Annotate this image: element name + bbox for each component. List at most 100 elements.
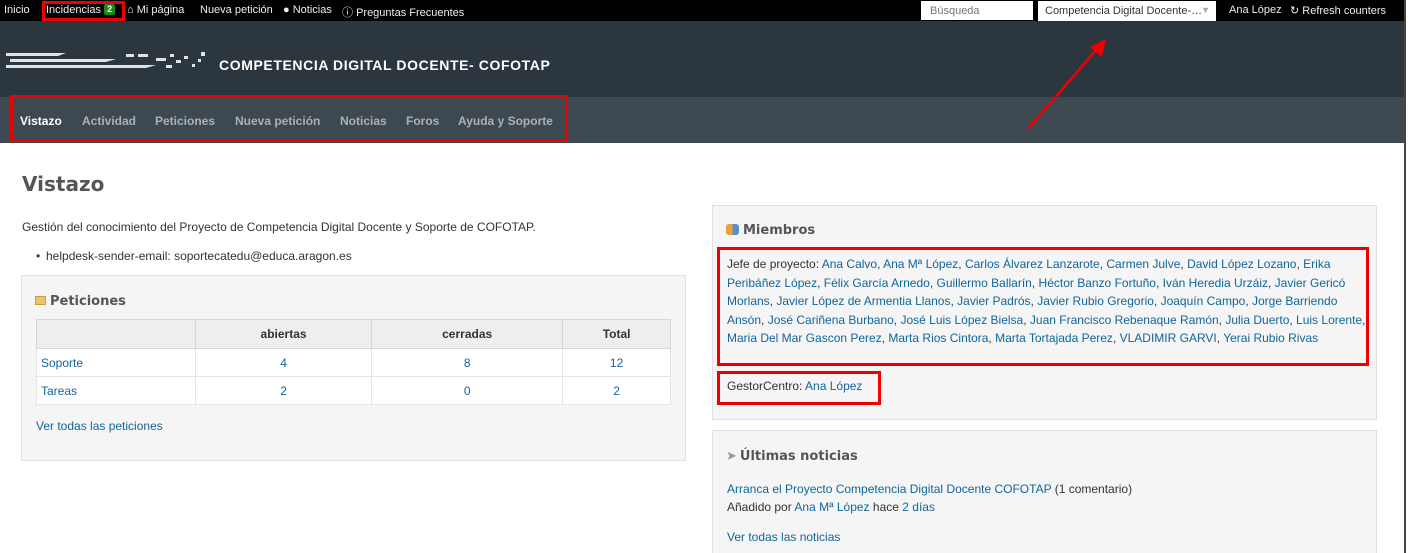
member-link[interactable]: Juan Francisco Rebenaque Ramón [1030,313,1219,327]
refresh-counters-label: Refresh counters [1302,5,1387,17]
tab-noticias[interactable]: Noticias [340,114,387,128]
member-link[interactable]: Javier López de Armentia Llanos [776,294,950,308]
table-header-row: abiertas cerradas Total [36,319,671,349]
tag-icon: ➤ [726,449,737,464]
member-link[interactable]: Luis Lorente [1296,313,1362,327]
member-link[interactable]: Julia Duerto [1225,313,1289,327]
table-row: Soporte 4 8 12 [36,348,671,377]
project-jump-select[interactable]: Competencia Digital Docente-… ▼ [1038,1,1216,21]
faq-label: Preguntas Frecuentes [356,7,465,19]
view-all-issues-link[interactable]: Ver todas las peticiones [36,419,163,433]
top-menu-news-link[interactable]: ● Noticias [283,4,332,16]
member-link[interactable]: Iván Heredia Urzáiz [1163,276,1268,290]
closed-count-link[interactable]: 0 [371,376,564,405]
members-box: Miembros Jefe de proyecto: Ana Calvo, An… [712,205,1377,420]
member-link[interactable]: Yerai Rubio Rivas [1223,331,1318,345]
closed-count-link[interactable]: 8 [371,348,564,377]
table-header [36,319,196,349]
incidencias-label: Incidencias [46,4,102,16]
window-edge [1404,0,1411,553]
tab-peticiones[interactable]: Peticiones [155,114,215,128]
group-icon [726,224,739,235]
member-link[interactable]: Héctor Banzo Fortuño [1039,276,1156,290]
top-menu-my-page-link[interactable]: ⌂ Mi página [127,4,184,16]
top-menu-home-link[interactable]: Inicio [4,4,30,16]
site-logo [6,52,205,68]
search-input[interactable] [921,1,1033,20]
member-link[interactable]: José Cariñena Burbano [768,313,894,327]
top-menu: Inicio Incidencias 2 ⌂ Mi página Nueva p… [0,0,1404,21]
tracker-link-tareas[interactable]: Tareas [36,376,196,405]
member-link[interactable]: José Luis López Bielsa [900,313,1023,327]
header: COMPETENCIA DIGITAL DOCENTE- COFOTAP [0,21,1404,97]
total-count-link[interactable]: 12 [562,348,671,377]
chevron-down-icon: ▼ [1201,5,1210,15]
member-link[interactable]: Marta Rios Cintora [888,331,988,345]
site-title: COMPETENCIA DIGITAL DOCENTE- COFOTAP [219,57,551,73]
member-link[interactable]: Carlos Álvarez Lanzarote [965,257,1100,271]
annotation-arrow [1027,39,1106,130]
member-link[interactable]: Carmen Julve [1106,257,1180,271]
total-count-link[interactable]: 2 [562,376,671,405]
tab-foros[interactable]: Foros [406,114,439,128]
member-link[interactable]: Guillermo Ballarín [936,276,1031,290]
member-link[interactable]: David López Lozano [1187,257,1296,271]
table-header: Total [562,319,671,349]
top-menu-incidencias-link[interactable]: Incidencias 2 [46,4,116,16]
gestor-centro-line: GestorCentro: Ana López [727,379,862,393]
gestor-label: GestorCentro: [727,379,803,393]
main-menu: Vistazo Actividad Peticiones Nueva petic… [0,97,1404,143]
top-menu-faq-link[interactable]: ⓘ Preguntas Frecuentes [342,4,464,20]
my-page-label: Mi página [136,4,185,16]
question-icon: ⓘ [342,7,353,19]
project-select-value: Competencia Digital Docente-… [1045,5,1203,17]
folder-icon [35,296,46,305]
role-label: Jefe de proyecto: [727,257,820,271]
issues-box: Peticiones abiertas cerradas Total Sopor… [21,275,686,461]
project-managers-list: Jefe de proyecto: Ana Calvo, Ana Mª Lópe… [727,257,1366,345]
news-box: ➤ Últimas noticias Arranca el Proyecto Co… [712,430,1377,553]
news-author-link[interactable]: Ana Mª López [794,500,869,514]
incidencias-count-badge: 2 [104,4,116,15]
refresh-counters-link[interactable]: ↻ Refresh counters [1290,4,1386,17]
members-box-title: Miembros [726,223,815,238]
tab-ayuda-soporte[interactable]: Ayuda y Soporte [458,114,553,128]
news-box-title: ➤ Últimas noticias [726,449,858,464]
news-label: Noticias [292,4,332,16]
tab-vistazo[interactable]: Vistazo [20,114,62,128]
member-link[interactable]: Marta Tortajada Perez [995,331,1113,345]
hace-label: hace [872,500,899,514]
member-link[interactable]: Joaquín Campo [1161,294,1246,308]
tab-nueva-peticion[interactable]: Nueva petición [235,114,320,128]
view-all-news-link[interactable]: Ver todas las noticias [727,530,840,544]
member-link[interactable]: Javier Rubio Gregorio [1037,294,1154,308]
open-count-link[interactable]: 4 [194,348,373,377]
member-link[interactable]: Félix García Arnedo [824,276,930,290]
issues-box-title: Peticiones [35,294,126,309]
tab-actividad[interactable]: Actividad [82,114,136,128]
news-author-line: Añadido por Ana Mª López hace 2 días [727,500,935,514]
home-icon: ⌂ [127,4,134,16]
tracker-link-soporte[interactable]: Soporte [36,348,196,377]
issues-table: abiertas cerradas Total Soporte 4 8 12 T… [36,319,671,405]
top-menu-new-issue-link[interactable]: Nueva petición [200,4,273,16]
logged-user-link[interactable]: Ana López [1229,4,1282,16]
microphone-icon: ● [283,4,290,16]
table-header: abiertas [194,319,373,349]
open-count-link[interactable]: 2 [194,376,373,405]
member-link[interactable]: Ana López [805,379,862,393]
news-comment-count: (1 comentario) [1054,482,1133,496]
refresh-icon: ↻ [1290,5,1300,17]
news-age-link[interactable]: 2 días [902,500,935,514]
project-description: Gestión del conocimiento del Proyecto de… [22,220,536,234]
page-title: Vistazo [22,172,105,196]
member-link[interactable]: Ana Mª López [883,257,958,271]
member-link[interactable]: VLADIMIR GARVI [1120,331,1217,345]
news-item-link[interactable]: Arranca el Proyecto Competencia Digital … [727,482,1051,496]
table-row: Tareas 2 0 2 [36,376,671,405]
member-link[interactable]: Ana Calvo [822,257,877,271]
member-link[interactable]: Maria Del Mar Gascon Perez [727,331,882,345]
added-by-label: Añadido por [727,500,792,514]
helpdesk-email-field: helpdesk-sender-email: soportecatedu@edu… [36,249,352,263]
member-link[interactable]: Javier Padrós [957,294,1030,308]
